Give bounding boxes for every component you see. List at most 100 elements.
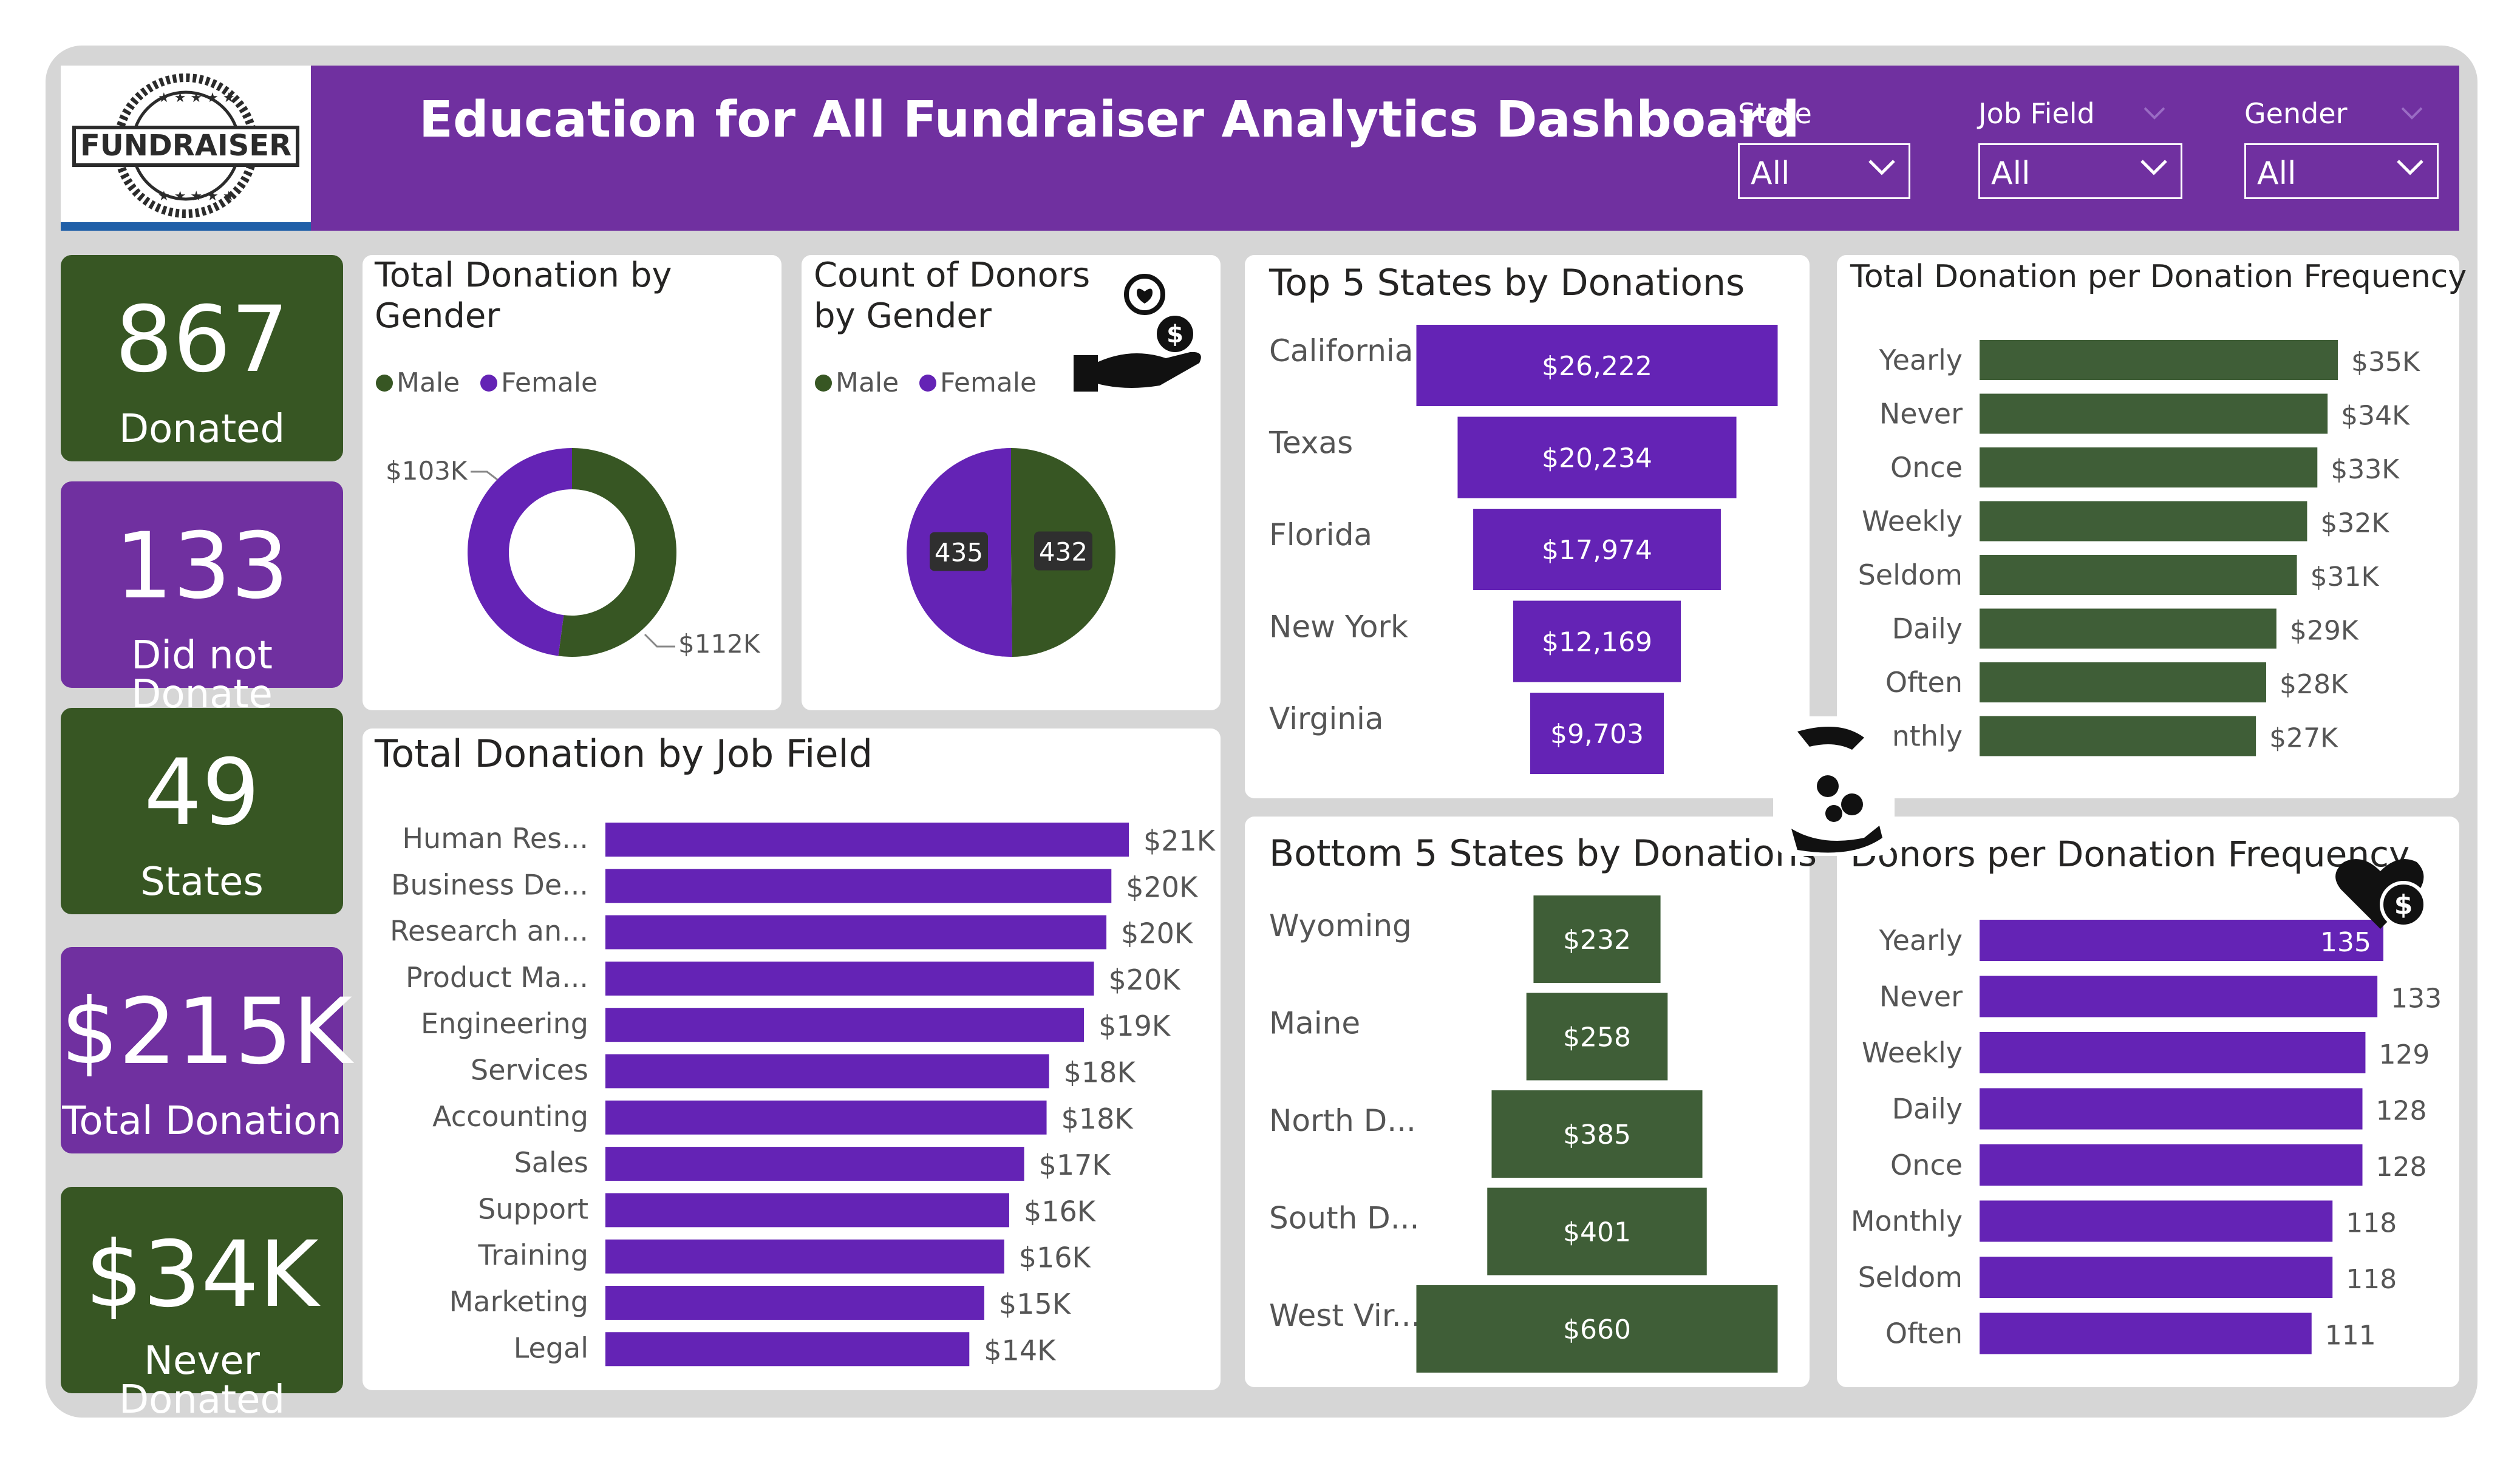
- slicer-state-label: State: [1738, 97, 1812, 130]
- data-label: $9,703: [1550, 719, 1644, 750]
- kpi-states-value: 49: [144, 740, 260, 846]
- data-label: $103K: [386, 456, 468, 486]
- kpi-donated-value: 867: [115, 287, 289, 393]
- slicer-job-field-dropdown[interactable]: All: [1978, 143, 2182, 199]
- data-label: 128: [2376, 1152, 2427, 1183]
- bar: [1980, 1257, 2333, 1298]
- category-label: Virginia: [1269, 701, 1384, 736]
- leader-line: [471, 470, 498, 481]
- bar: [1980, 1088, 2363, 1130]
- bar: [605, 1239, 1004, 1274]
- data-label: $20K: [1121, 917, 1194, 950]
- data-label: $112K: [678, 629, 761, 659]
- bar: [1980, 555, 2297, 595]
- category-label: Seldom: [1858, 1261, 1963, 1294]
- category-label: Never: [1879, 980, 1963, 1013]
- slicer-state-value: All: [1751, 155, 1790, 192]
- data-label: $20K: [1126, 871, 1199, 903]
- category-label: Research an...: [390, 915, 588, 948]
- data-label: 118: [2346, 1264, 2397, 1295]
- category-label: Engineering: [421, 1007, 588, 1040]
- kpi-never-donated-card: $34K Never Donated: [61, 1187, 343, 1419]
- chevron-down-icon[interactable]: [2397, 101, 2426, 125]
- bar: [1980, 393, 2328, 434]
- data-label: $29K: [2290, 616, 2359, 647]
- data-label: $401: [1563, 1217, 1631, 1248]
- category-label: Often: [1885, 666, 1963, 699]
- category-label: California: [1269, 333, 1413, 368]
- bar: [605, 961, 1094, 996]
- chevron-down-icon: [2397, 160, 2423, 175]
- category-label: Seldom: [1858, 559, 1963, 591]
- category-label: Human Res...: [402, 822, 588, 855]
- kpi-total-donation-label: Total Donation: [62, 1099, 342, 1144]
- data-label: $17K: [1039, 1149, 1112, 1181]
- data-label: 435: [935, 537, 983, 567]
- category-label: Daily: [1892, 1093, 1963, 1126]
- data-label: $385: [1563, 1119, 1631, 1150]
- data-label: 118: [2346, 1208, 2397, 1239]
- category-label: Wyoming: [1269, 908, 1412, 943]
- category-label: Often: [1885, 1317, 1963, 1350]
- top-states-chart: California $26,222 Texas $20,234 Florida $17,…: [1269, 325, 1778, 774]
- data-label: $258: [1563, 1022, 1631, 1053]
- donation-by-gender-card: Total Donation by Gender Male Female $103K…: [363, 255, 782, 710]
- legend-swatch: [480, 375, 497, 392]
- slicer-gender-label: Gender: [2244, 97, 2348, 130]
- bar: [1980, 501, 2307, 542]
- heart-dollar-icon: $: [2335, 859, 2427, 929]
- kpi-states-label: States: [140, 860, 264, 905]
- donation-by-gender-chart: Male Female $103K $112K: [376, 367, 761, 659]
- category-label: Support: [478, 1192, 588, 1225]
- category-label: Once: [1890, 1149, 1963, 1181]
- data-label: $19K: [1098, 1010, 1171, 1042]
- bar: [605, 1286, 984, 1320]
- bottom-states-chart: Wyoming $232 Maine $258 North D... $385 South …: [1269, 895, 1778, 1373]
- bar: [605, 823, 1129, 857]
- bar: [605, 1332, 970, 1367]
- category-label: Once: [1890, 451, 1963, 484]
- category-label: Monthly: [1851, 1205, 1963, 1238]
- category-label: West Vir...: [1269, 1298, 1420, 1333]
- donors-by-gender-card: Count of Donors by Gender $ Male Female 43…: [802, 255, 1221, 710]
- kpi-did-not-donate-value: 133: [115, 514, 289, 619]
- category-label: New York: [1269, 610, 1408, 645]
- data-label: $21K: [1143, 824, 1216, 857]
- donation-by-job-field-card: Total Donation by Job Field Human Res...…: [363, 728, 1221, 1390]
- category-label: Accounting: [432, 1100, 588, 1133]
- slicer-gender-dropdown[interactable]: All: [2244, 143, 2439, 199]
- kpi-did-not-donate-card: 133 Did not Donate: [61, 481, 343, 714]
- slicer-state-dropdown[interactable]: All: [1738, 143, 1910, 199]
- data-label: $34K: [2341, 401, 2410, 432]
- leader-line: [644, 633, 675, 648]
- bar: [1980, 662, 2266, 702]
- svg-text:★ ★ ★ ★ ★: ★ ★ ★ ★ ★: [158, 90, 235, 106]
- legend-swatch: [376, 375, 393, 392]
- kpi-donated-card: 867 Donated: [61, 255, 343, 461]
- donation-per-frequency-card: Total Donation per Donation Frequency Ye…: [1837, 255, 2467, 798]
- category-label: Never: [1879, 398, 1963, 430]
- category-label: Services: [471, 1054, 588, 1087]
- data-label: $18K: [1064, 1056, 1137, 1089]
- logo: FUNDRAISER ★ ★ ★ ★ ★ ★ ★ ★ ★ ★: [61, 66, 311, 231]
- data-label: 129: [2379, 1039, 2430, 1070]
- bottom-states-card: Bottom 5 States by Donations Wyoming $232…: [1245, 817, 1817, 1387]
- bar: [1980, 716, 2256, 756]
- data-label: 111: [2325, 1320, 2376, 1351]
- data-label: 133: [2391, 983, 2442, 1014]
- legend-label: Female: [501, 367, 598, 398]
- kpi-states-card: 49 States: [61, 708, 343, 914]
- category-label: Weekly: [1862, 505, 1963, 538]
- logo-text: FUNDRAISER: [80, 129, 291, 163]
- donut-slice-male: [558, 448, 676, 657]
- data-label: 128: [2376, 1096, 2427, 1127]
- category-label: Marketing: [449, 1285, 588, 1318]
- slicer-job-field-value: All: [1991, 155, 2031, 192]
- category-label: South D...: [1269, 1201, 1419, 1236]
- data-label: $20,234: [1542, 443, 1652, 474]
- kpi-total-donation-card: $215K Total Donation: [61, 947, 352, 1153]
- category-label: Florida: [1269, 517, 1372, 552]
- data-label: $20K: [1109, 963, 1182, 996]
- category-label: Product Ma...: [406, 961, 588, 994]
- chevron-down-icon[interactable]: [2140, 101, 2169, 125]
